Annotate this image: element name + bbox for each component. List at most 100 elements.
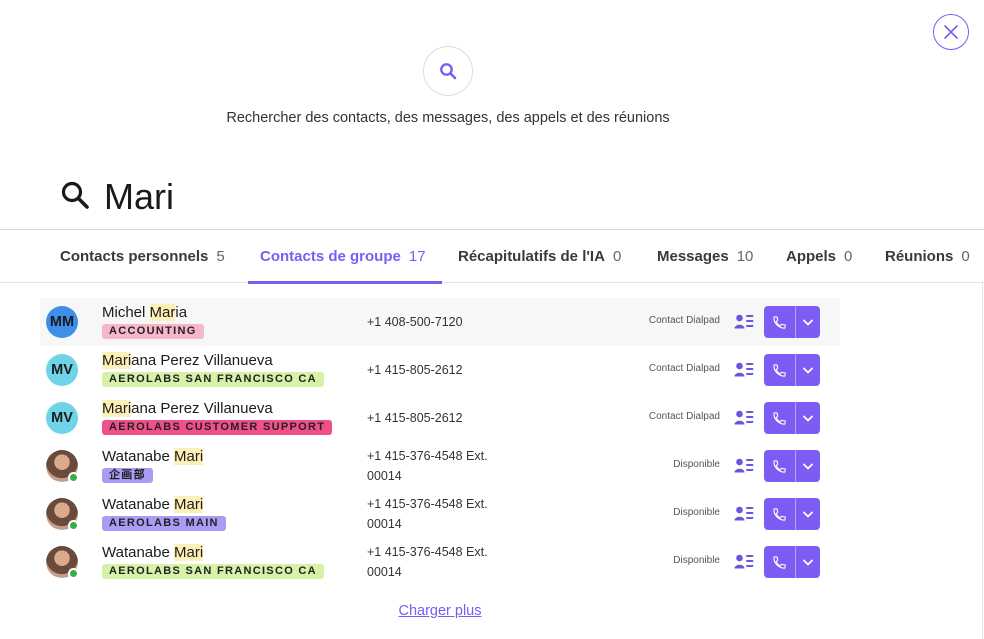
phone-icon [773,507,786,521]
group-tag: AEROLABS SAN FRANCISCO CA [102,564,324,579]
contact-card-icon[interactable] [734,457,754,474]
search-bar [0,160,984,230]
contact-card-icon[interactable] [734,553,754,570]
search-highlight: Mari [174,448,204,465]
call-button[interactable] [764,498,795,530]
list-item[interactable]: Watanabe Mari 企画部 +1 415-376-4548 Ext. 0… [40,442,840,490]
list-item[interactable]: MV Mariana Perez Villanueva AEROLABS CUS… [40,394,840,442]
contact-status: Contact Dialpad [648,411,720,422]
avatar: MV [46,402,78,434]
call-options-button[interactable] [796,402,820,434]
tab-messages[interactable]: Messages 10 [657,230,753,283]
call-button[interactable] [764,306,795,338]
chevron-down-icon [803,415,813,421]
presence-indicator [68,520,79,531]
presence-indicator [68,472,79,483]
chevron-down-icon [803,559,813,565]
call-button[interactable] [764,402,795,434]
tab-meetings[interactable]: Réunions 0 [885,230,970,283]
list-item[interactable]: MV Mariana Perez Villanueva AEROLABS SAN… [40,346,840,394]
call-button[interactable] [764,354,795,386]
phone-number: +1 415-376-4548 Ext. 00014 [367,497,488,531]
avatar: MM [46,306,78,338]
phone-icon [773,315,786,329]
tab-group-contacts[interactable]: Contacts de groupe 17 [248,230,442,284]
search-input[interactable] [104,172,864,222]
tab-count: 17 [408,248,426,265]
call-button-group [764,450,820,482]
tab-count: 0 [961,248,970,265]
close-button[interactable] [933,14,969,50]
contact-name: Mariana Perez Villanueva [102,400,273,417]
call-options-button[interactable] [796,546,820,578]
tab-count: 0 [612,248,622,265]
avatar: MV [46,354,78,386]
load-more-link[interactable]: Charger plus [0,603,880,619]
tab-count: 0 [844,248,853,265]
phone-icon [773,459,786,473]
phone-number: +1 415-805-2612 [367,411,463,425]
group-tag: ACCOUNTING [102,324,204,339]
call-options-button[interactable] [796,354,820,386]
chevron-down-icon [803,319,813,325]
phone-number: +1 415-805-2612 [367,363,463,377]
chevron-down-icon [803,463,813,469]
chevron-down-icon [803,367,813,373]
call-options-button[interactable] [796,450,820,482]
contact-card-icon[interactable] [734,505,754,522]
phone-icon [773,555,786,569]
tab-label: Contacts de groupe [260,248,401,265]
close-icon [944,25,958,39]
contact-name: Watanabe Mari [102,448,204,465]
tab-label: Contacts personnels [60,248,209,265]
contact-name: Watanabe Mari [102,496,204,513]
call-options-button[interactable] [796,306,820,338]
phone-icon [773,363,786,377]
tab-ai-recaps[interactable]: Récapitulatifs de l'IA 0 [458,230,621,283]
contact-status: Disponible [673,555,720,566]
search-hero-badge [423,46,473,96]
call-button-group [764,306,820,338]
phone-icon [773,411,786,425]
call-button-group [764,354,820,386]
tab-count: 10 [736,248,754,265]
contact-card-icon[interactable] [734,313,754,330]
call-button[interactable] [764,450,795,482]
tab-personal-contacts[interactable]: Contacts personnels 5 [60,230,225,283]
list-item[interactable]: Watanabe Mari AEROLABS MAIN +1 415-376-4… [40,490,840,538]
tab-label: Messages [657,248,729,265]
call-button-group [764,498,820,530]
contact-status: Contact Dialpad [648,363,720,374]
group-tag: 企画部 [102,468,153,483]
group-tag: AEROLABS MAIN [102,516,226,531]
call-options-button[interactable] [796,498,820,530]
panel-divider [982,283,983,639]
tab-label: Appels [786,248,837,265]
list-item[interactable]: Watanabe Mari AEROLABS SAN FRANCISCO CA … [40,538,840,586]
list-item[interactable]: MM Michel Maria ACCOUNTING +1 408-500-71… [40,298,840,346]
contact-status: Contact Dialpad [648,315,720,326]
search-icon [440,63,457,80]
search-highlight: Mari [102,400,132,417]
phone-number: +1 408-500-7120 [367,315,463,329]
search-description: Rechercher des contacts, des messages, d… [226,110,670,126]
tab-calls[interactable]: Appels 0 [786,230,852,283]
search-highlight: Mar [149,304,176,321]
search-highlight: Mari [102,352,132,369]
tab-label: Réunions [885,248,954,265]
call-button-group [764,546,820,578]
search-highlight: Mari [174,496,204,513]
contact-name: Mariana Perez Villanueva [102,352,273,369]
contact-status: Disponible [673,507,720,518]
presence-indicator [68,568,79,579]
call-button[interactable] [764,546,795,578]
contact-card-icon[interactable] [734,361,754,378]
call-button-group [764,402,820,434]
tab-count: 5 [216,248,225,265]
group-tag: AEROLABS SAN FRANCISCO CA [102,372,324,387]
results-tabs: Contacts personnels 5 Contacts de groupe… [0,230,984,284]
contact-card-icon[interactable] [734,409,754,426]
contact-name: Michel Maria [102,304,188,321]
contact-name: Watanabe Mari [102,544,204,561]
phone-number: +1 415-376-4548 Ext. 00014 [367,449,488,483]
